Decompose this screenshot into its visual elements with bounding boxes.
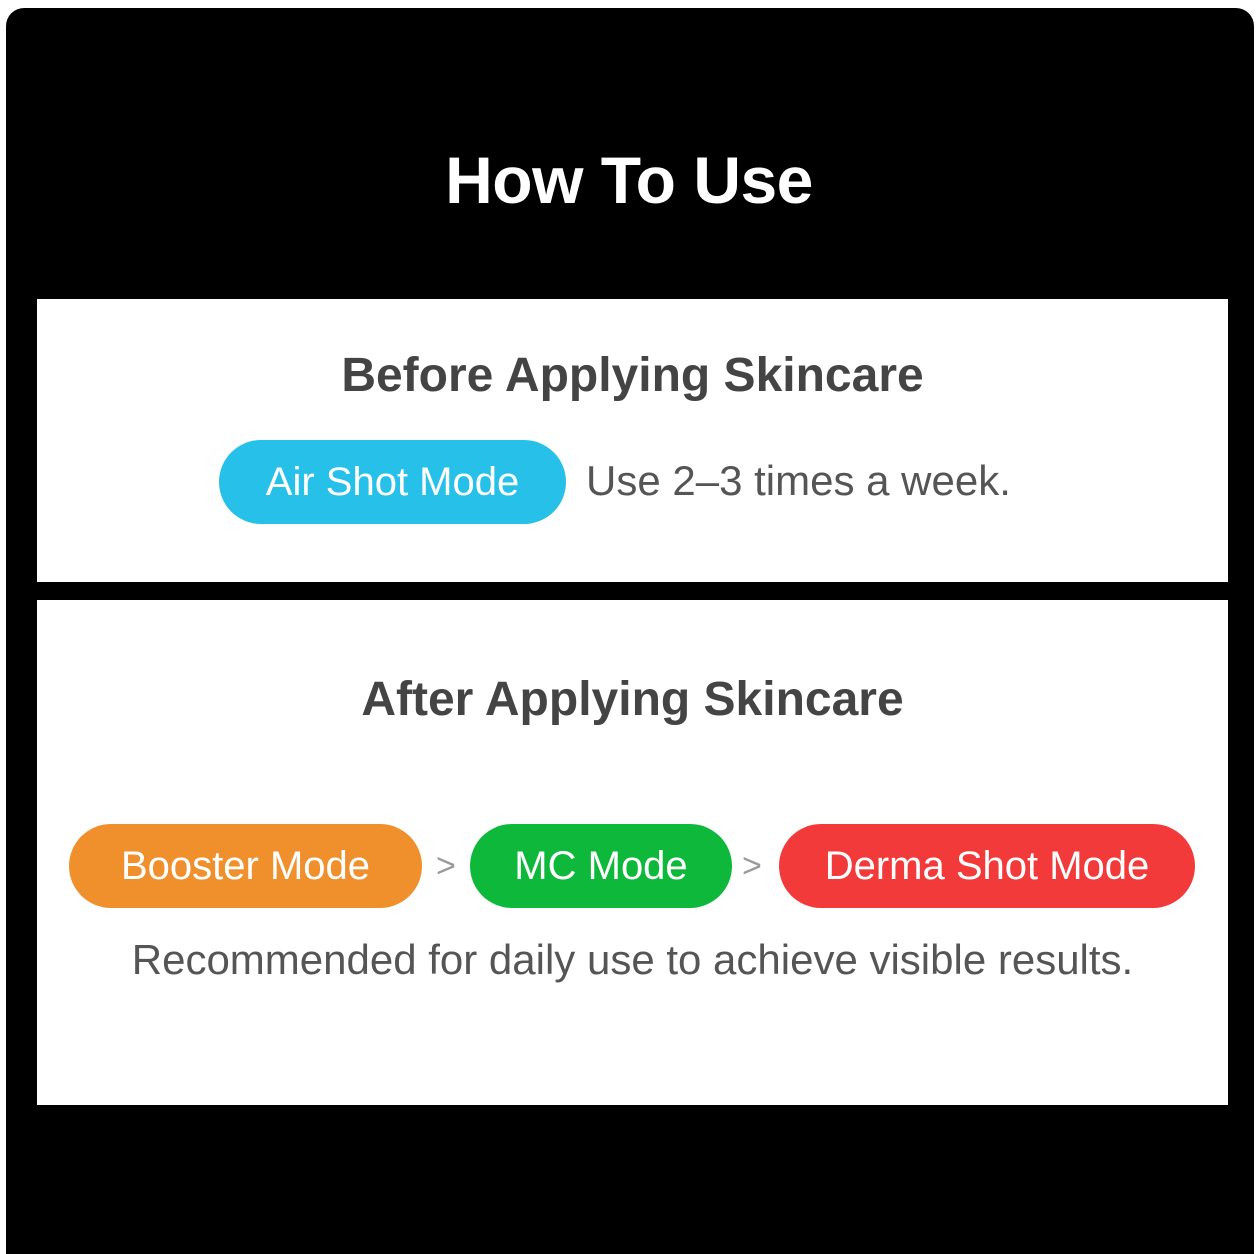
before-skincare-heading: Before Applying Skincare — [341, 349, 924, 402]
mc-mode-badge: MC Mode — [470, 824, 732, 908]
derma-shot-mode-badge: Derma Shot Mode — [779, 824, 1195, 908]
booster-mode-badge: Booster Mode — [69, 824, 422, 908]
recommendation-text: Recommended for daily use to achieve vis… — [131, 936, 1134, 983]
step-separator: > — [742, 847, 762, 885]
after-skincare-panel: After Applying Skincare Booster Mode > M… — [37, 600, 1228, 1105]
usage-frequency-text: Use 2–3 times a week. — [586, 457, 1011, 504]
before-skincare-panel: Before Applying Skincare Air Shot Mode U… — [37, 299, 1228, 582]
step-separator: > — [436, 847, 456, 885]
after-skincare-heading: After Applying Skincare — [361, 673, 904, 726]
air-shot-mode-badge: Air Shot Mode — [219, 440, 566, 524]
page-title: How To Use — [445, 143, 813, 217]
